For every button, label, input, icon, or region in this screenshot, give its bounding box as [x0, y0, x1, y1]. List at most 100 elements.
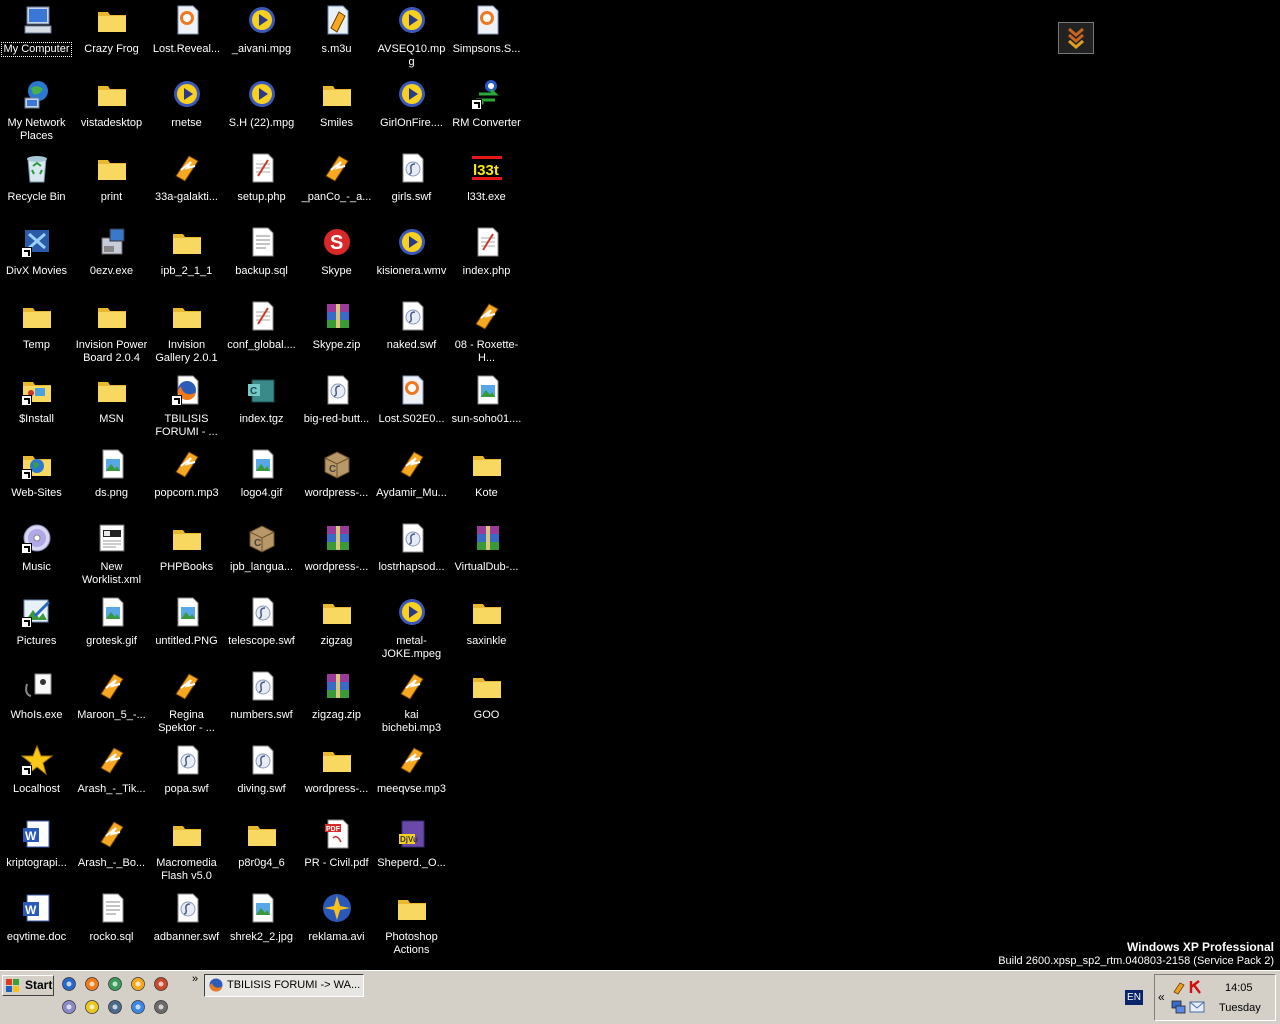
desktop-icon-winamp[interactable]: popcorn.mp3	[149, 446, 224, 520]
desktop-icon-folder[interactable]: ipb_2_1_1	[149, 224, 224, 298]
ie-icon[interactable]	[61, 976, 79, 994]
desktop-icon-l33t[interactable]: l33t l33t.exe	[449, 150, 524, 224]
desktop-icon-media[interactable]: metal-JOKE.mpeg	[374, 594, 449, 668]
dock-widget[interactable]	[1058, 22, 1094, 54]
tray-expand-chevron[interactable]: «	[1158, 990, 1165, 1004]
desktop-icon-swf[interactable]: popa.swf	[149, 742, 224, 816]
desktop-icon-box[interactable]: Cipb_langua...	[224, 520, 299, 594]
desktop-icon-rar[interactable]: Skype.zip	[299, 298, 374, 372]
desktop-icon-media[interactable]: _aivani.mpg	[224, 2, 299, 76]
desktop-icon-word[interactable]: Weqvtime.doc	[0, 890, 74, 964]
desktop-icon-image[interactable]: ds.png	[74, 446, 149, 520]
desktop-icon-divx[interactable]: DivX Movies	[0, 224, 74, 298]
desktop-icon-box[interactable]: Cwordpress-...	[299, 446, 374, 520]
desktop-icon-winamp[interactable]: Regina Spektor - ...	[149, 668, 224, 742]
desktop-icon-winamp[interactable]: meeqvse.mp3	[374, 742, 449, 816]
clock-time[interactable]: 14:05	[1225, 982, 1253, 994]
desktop-icon-computer[interactable]: My Computer	[0, 2, 74, 76]
desktop-icon-swf[interactable]: naked.swf	[374, 298, 449, 372]
clock-day[interactable]: Tuesday	[1219, 1002, 1261, 1014]
desktop-icon-pictures[interactable]: Pictures	[0, 594, 74, 668]
desktop-icon-php[interactable]: conf_global....	[224, 298, 299, 372]
desktop-icon-recycle[interactable]: Recycle Bin	[0, 150, 74, 224]
media-icon[interactable]	[153, 976, 171, 994]
desktop-icon-folder[interactable]: Invision Power Board 2.0.4	[74, 298, 149, 372]
desktop-icon-winamp[interactable]: Aydamir_Mu...	[374, 446, 449, 520]
desktop-icon-image[interactable]: sun-soho01....	[449, 372, 524, 446]
desktop-icon-folder[interactable]: zigzag	[299, 594, 374, 668]
desktop-icon-text[interactable]: rocko.sql	[74, 890, 149, 964]
messenger-icon[interactable]	[84, 999, 102, 1017]
desktop-icon-folder[interactable]: Kote	[449, 446, 524, 520]
desktop-icon-converter[interactable]: RM Converter	[449, 76, 524, 150]
desktop-icon-media[interactable]: GirlOnFire....	[374, 76, 449, 150]
desktop-icon-folder[interactable]: saxinkle	[449, 594, 524, 668]
desktop-icon-image[interactable]: logo4.gif	[224, 446, 299, 520]
desktop-icon-tgz[interactable]: Cindex.tgz	[224, 372, 299, 446]
desktop-icon-folder[interactable]: Crazy Frog	[74, 2, 149, 76]
winamp-tray-icon[interactable]	[1171, 980, 1187, 996]
desktop-icon-video-doc[interactable]: Lost.S02E0...	[374, 372, 449, 446]
desktop-icon-image[interactable]: shrek2_2.jpg	[224, 890, 299, 964]
desktop-icon-rar[interactable]: VirtualDub-...	[449, 520, 524, 594]
desktop-icon-setup[interactable]: 0ezv.exe	[74, 224, 149, 298]
desktop-icon-php[interactable]: setup.php	[224, 150, 299, 224]
desktop-icon-folder-special[interactable]: $Install	[0, 372, 74, 446]
antivirus-tray-icon[interactable]	[1189, 980, 1203, 994]
desktop-icon-winamp[interactable]: Arash_-_Tik...	[74, 742, 149, 816]
desktop-icon-star[interactable]: Localhost	[0, 742, 74, 816]
desktop-icon-media[interactable]: rnetse	[149, 76, 224, 150]
desktop-icon-folder[interactable]: vistadesktop	[74, 76, 149, 150]
desktop-icon-word[interactable]: Wkriptograpi...	[0, 816, 74, 890]
desktop-icon-rar[interactable]: zigzag.zip	[299, 668, 374, 742]
desktop-icon-swf[interactable]: girls.swf	[374, 150, 449, 224]
desktop-icon-folder[interactable]: Smiles	[299, 76, 374, 150]
desktop-icon-swf[interactable]: lostrhapsod...	[374, 520, 449, 594]
desktop-icon-folder-globe[interactable]: Web-Sites	[0, 446, 74, 520]
desktop-icon-winamp[interactable]: Maroon_5_-...	[74, 668, 149, 742]
desktop-icon-image[interactable]: grotesk.gif	[74, 594, 149, 668]
desktop-icon[interactable]	[107, 999, 125, 1017]
desktop-icon-text[interactable]: backup.sql	[224, 224, 299, 298]
desktop-icon-network[interactable]: My Network Places	[0, 76, 74, 150]
desktop-icon-winamp[interactable]: 08 - Roxette-H...	[449, 298, 524, 372]
desktop-icon-skype[interactable]: S Skype	[299, 224, 374, 298]
desktop-icon-folder[interactable]: wordpress-...	[299, 742, 374, 816]
desktop-icon-swf[interactable]: big-red-butt...	[299, 372, 374, 446]
desktop-icon-winamp[interactable]: _panCo_-_a...	[299, 150, 374, 224]
firefox-icon[interactable]	[84, 976, 102, 994]
desktop-icon-folder[interactable]: p8r0g4_6	[224, 816, 299, 890]
desktop-icon-video-doc[interactable]: Simpsons.S...	[449, 2, 524, 76]
desktop-icon-exe[interactable]: WhoIs.exe	[0, 668, 74, 742]
ie-blue-icon[interactable]	[130, 999, 148, 1017]
desktop-icon-winamp[interactable]: kai bichebi.mp3	[374, 668, 449, 742]
quick-launch-chevron[interactable]: »	[192, 973, 198, 985]
desktop-icon-xml[interactable]: New Worklist.xml	[74, 520, 149, 594]
desktop-icon-media[interactable]: AVSEQ10.mpg	[374, 2, 449, 76]
start-button[interactable]: Start	[2, 975, 54, 996]
desktop-icon-media[interactable]: kisionera.wmv	[374, 224, 449, 298]
desktop-icon-media[interactable]: S.H (22).mpg	[224, 76, 299, 150]
desktop-icon-swf[interactable]: diving.swf	[224, 742, 299, 816]
mail-tray-icon[interactable]	[1189, 1000, 1205, 1014]
winamp-icon[interactable]	[130, 976, 148, 994]
language-indicator[interactable]: EN	[1125, 990, 1143, 1005]
desktop-icon-firefox[interactable]: TBILISIS FORUMI - ...	[149, 372, 224, 446]
desktop-icon-folder[interactable]: PHPBooks	[149, 520, 224, 594]
desktop-icon-playlist[interactable]: s.m3u	[299, 2, 374, 76]
desktop-icon-folder[interactable]: MSN	[74, 372, 149, 446]
desktop-icon-php[interactable]: index.php	[449, 224, 524, 298]
desktop-icon-swf[interactable]: adbanner.swf	[149, 890, 224, 964]
desktop-icon-cd[interactable]: Music	[0, 520, 74, 594]
desktop-icon-rar[interactable]: wordpress-...	[299, 520, 374, 594]
desktop-icon-image[interactable]: untitled.PNG	[149, 594, 224, 668]
task-button-firefox[interactable]: TBILISIS FORUMI -> WA...	[204, 974, 364, 997]
desktop[interactable]: My Computer My Network Places Recycle Bin D…	[0, 0, 1280, 970]
desktop-icon-folder[interactable]: Photoshop Actions	[374, 890, 449, 964]
desktop-icon-swf[interactable]: numbers.swf	[224, 668, 299, 742]
desktop-icon-folder[interactable]: GOO	[449, 668, 524, 742]
clapper-icon[interactable]	[153, 999, 171, 1017]
desktop-icon-video-doc[interactable]: Lost.Reveal...	[149, 2, 224, 76]
desktop-icon-folder[interactable]: Invision Gallery 2.0.1	[149, 298, 224, 372]
desktop-icon-winamp[interactable]: 33a-galakti...	[149, 150, 224, 224]
